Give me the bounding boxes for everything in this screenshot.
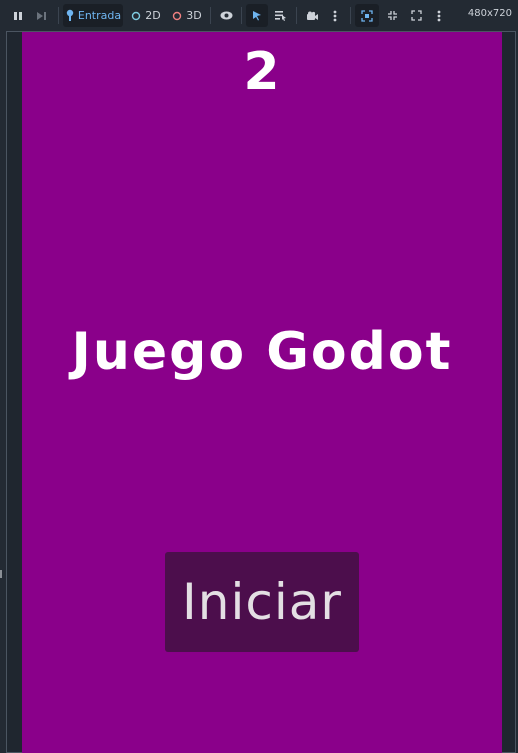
toolbar-separator	[350, 7, 351, 24]
more-vertical-icon	[333, 10, 337, 21]
mode-3d-button[interactable]: 3D	[168, 4, 206, 27]
input-pointer-icon	[66, 9, 74, 21]
more-vertical-icon	[437, 10, 441, 21]
toolbar-separator	[58, 7, 59, 24]
game-title: Juego Godot	[71, 322, 453, 382]
select-button[interactable]	[246, 4, 268, 27]
camera-button[interactable]	[301, 4, 323, 27]
game-toolbar: Entrada 2D 3D 480x720	[0, 0, 518, 31]
start-button-label: Iniciar	[182, 573, 342, 631]
circle-3d-icon	[173, 11, 182, 20]
list-select-button[interactable]	[270, 4, 292, 27]
camera-options-button[interactable]	[326, 4, 344, 27]
start-button[interactable]: Iniciar	[165, 552, 359, 652]
select-arrow-icon	[253, 11, 261, 21]
shrink-icon	[387, 11, 397, 20]
camera-icon	[306, 11, 318, 20]
toolbar-separator	[210, 7, 211, 24]
game-screen[interactable]: 2 Juego Godot Iniciar	[22, 32, 502, 753]
eye-icon	[220, 11, 232, 20]
circle-2d-icon	[132, 11, 141, 20]
expand-button[interactable]	[405, 4, 427, 27]
mode-3d-label: 3D	[186, 9, 202, 22]
resolution-label: 480x720	[467, 8, 512, 19]
toolbar-separator	[296, 7, 297, 24]
expand-icon	[410, 10, 422, 21]
mode-2d-label: 2D	[145, 9, 161, 22]
shrink-button[interactable]	[381, 4, 403, 27]
visibility-button[interactable]	[215, 4, 237, 27]
step-icon	[36, 11, 46, 20]
list-select-icon	[275, 11, 286, 21]
focus-frame-icon	[361, 9, 373, 22]
more-options-button[interactable]	[430, 4, 448, 27]
mode-2d-button[interactable]: 2D	[128, 4, 164, 27]
step-frame-button[interactable]	[31, 4, 51, 27]
panel-edge-marker	[0, 570, 2, 578]
pause-button[interactable]	[8, 4, 28, 27]
pause-icon	[14, 11, 22, 20]
score-label: 2	[243, 42, 281, 102]
input-mode-button[interactable]: Entrada	[63, 4, 123, 27]
input-mode-label: Entrada	[77, 9, 122, 22]
focus-frame-button[interactable]	[355, 4, 379, 27]
toolbar-separator	[241, 7, 242, 24]
